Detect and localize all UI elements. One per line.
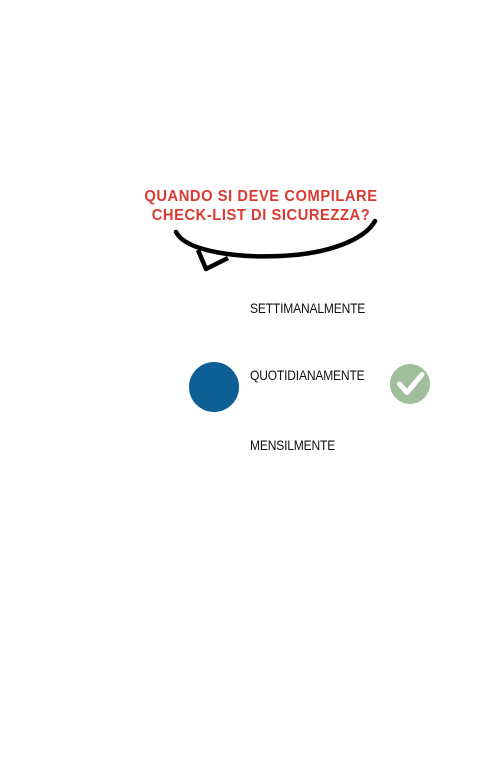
answer-option-settimanalmente[interactable]: SETTIMANALMENTE (250, 300, 365, 316)
answer-option-mensilmente[interactable]: MENSILMENTE (250, 437, 335, 453)
check-icon (390, 364, 430, 404)
answer-option-quotidianamente[interactable]: QUOTIDIANAMENTE (250, 367, 365, 383)
selected-answer-indicator (189, 362, 239, 412)
check-badge-circle (390, 364, 430, 404)
speech-bubble-tail-icon (173, 218, 378, 272)
question-line-1: QUANDO SI DEVE COMPILARE (144, 188, 378, 205)
bubble-stroke (173, 218, 378, 259)
